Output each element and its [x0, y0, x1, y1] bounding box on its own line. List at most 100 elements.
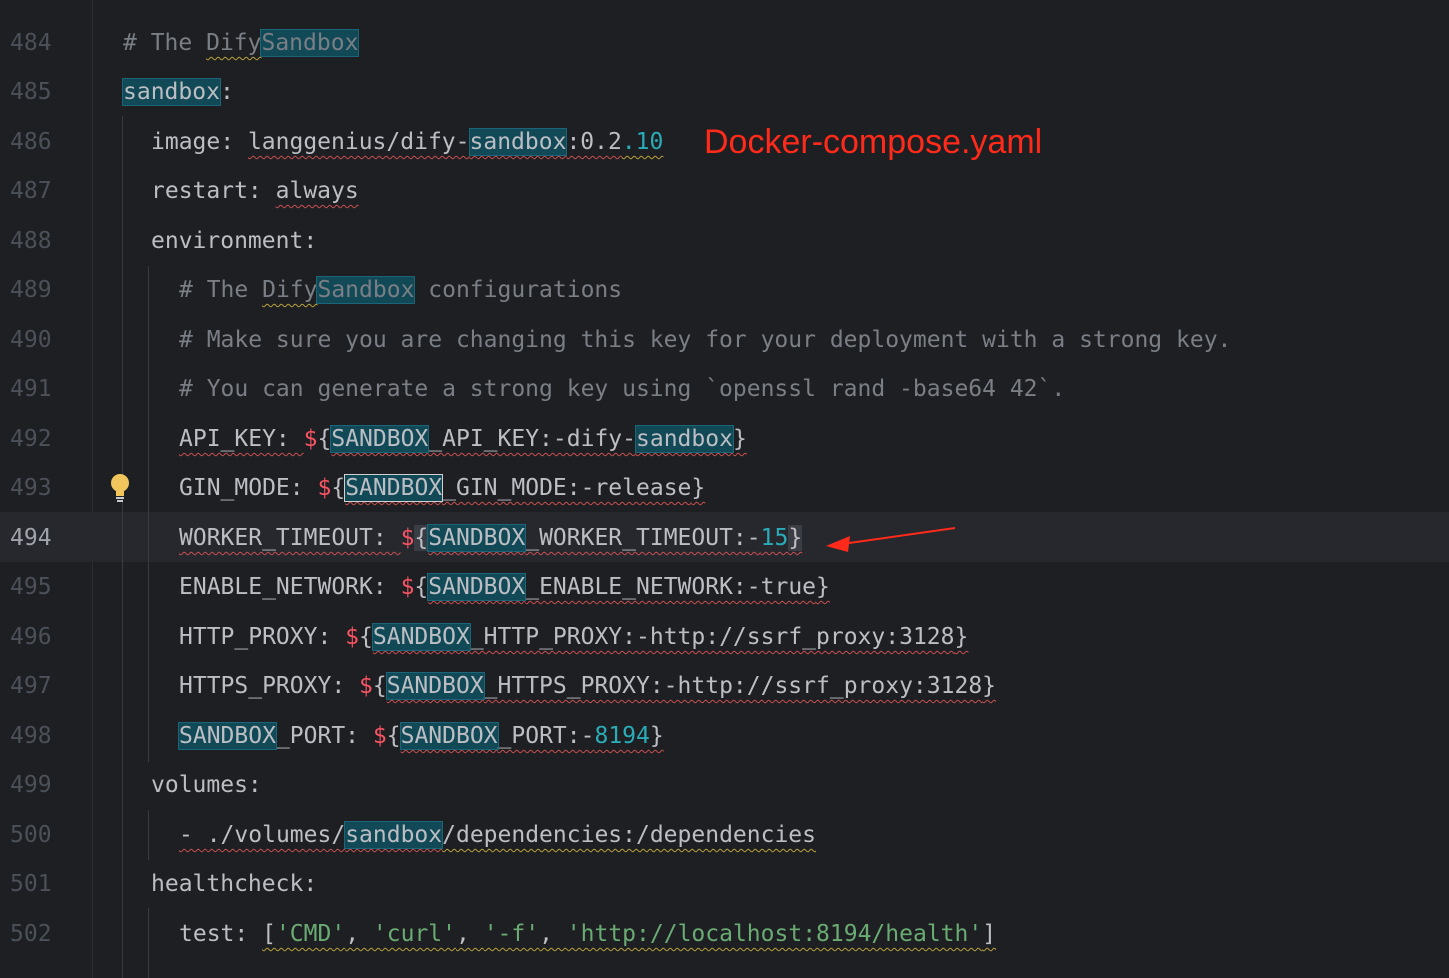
code-line-499[interactable]: volumes: [151, 761, 1449, 809]
yaml-number: 15 [760, 525, 789, 551]
comment-text: Dify [206, 30, 262, 56]
yaml-key: image: [151, 129, 248, 155]
brace-matched: { [414, 525, 429, 551]
yaml-key: restart: [151, 178, 276, 204]
dollar-sign: $ [317, 475, 332, 501]
code-line-485[interactable]: sandbox: [122, 68, 1449, 116]
search-match: SANDBOX [399, 722, 499, 750]
comment-text: # The [123, 30, 207, 56]
code-line-496[interactable]: HTTP_PROXY: ${SANDBOX_HTTP_PROXY:-http:/… [179, 613, 1449, 661]
search-match: SANDBOX [427, 524, 527, 552]
code-line-495[interactable]: ENABLE_NETWORK: ${SANDBOX_ENABLE_NETWORK… [179, 563, 1449, 611]
yaml-value: /dependencies:/dependencies [442, 822, 816, 848]
dollar-sign: $ [345, 624, 360, 650]
code-line-492[interactable]: API_KEY: ${SANDBOX_API_KEY:-dify-sandbox… [179, 415, 1449, 463]
dollar-sign: $ [372, 723, 387, 749]
brace: { [386, 723, 401, 749]
line-number: 491 [10, 376, 52, 402]
yaml-key: API_KEY: [179, 426, 304, 452]
search-match: Sandbox [316, 276, 416, 304]
indent-guide [148, 908, 149, 978]
line-number: 484 [10, 30, 52, 56]
code-line-490[interactable]: # Make sure you are changing this key fo… [179, 316, 1449, 364]
line-number: 497 [10, 673, 52, 699]
dollar-sign: $ [400, 574, 415, 600]
search-match: sandbox [344, 821, 444, 849]
yaml-key: HTTP_PROXY: [179, 624, 346, 650]
code-line-493[interactable]: GIN_MODE: ${SANDBOX_GIN_MODE:-release} [179, 464, 1449, 512]
yaml-value: _WORKER_TIMEOUT:- [525, 525, 761, 551]
line-number-current: 494 [10, 525, 52, 551]
yaml-key: volumes: [151, 772, 262, 798]
brace: { [359, 624, 373, 650]
code-line-494[interactable]: WORKER_TIMEOUT: ${SANDBOX_WORKER_TIMEOUT… [179, 514, 1449, 562]
code-line-488[interactable]: environment: [151, 217, 1449, 265]
indent-guide [122, 116, 123, 978]
line-number: 492 [10, 426, 52, 452]
dollar-sign: $ [359, 673, 373, 699]
brace: } [816, 574, 830, 600]
search-match: SANDBOX [178, 722, 277, 750]
bracket: ] [982, 921, 997, 947]
search-match: SANDBOX [330, 425, 430, 453]
line-number: 501 [10, 871, 52, 897]
line-number: 495 [10, 574, 52, 600]
yaml-key: GIN_MODE: [179, 475, 318, 501]
code-line-502[interactable]: test: ['CMD', 'curl', '-f', 'http://loca… [179, 910, 1449, 958]
yaml-value: langgenius/dify- [247, 129, 470, 155]
yaml-value: _GIN_MODE:-release [442, 475, 692, 501]
code-line-500[interactable]: - ./volumes/sandbox/dependencies:/depend… [179, 811, 1449, 859]
yaml-key: healthcheck: [151, 871, 318, 897]
yaml-value: always [275, 178, 359, 204]
yaml-value: _API_KEY:-dify- [428, 426, 636, 452]
bracket: [ [262, 921, 276, 947]
code-line-497[interactable]: HTTPS_PROXY: ${SANDBOX_HTTPS_PROXY:-http… [179, 662, 1449, 710]
comment-text: # The [179, 277, 263, 303]
yaml-colon: : [219, 79, 234, 105]
annotation-label: Docker-compose.yaml [704, 123, 1043, 161]
code-editor[interactable]: 484 485 486 487 488 489 490 491 492 493 … [0, 0, 1449, 978]
code-line-501[interactable]: healthcheck: [151, 860, 1449, 908]
code-line-487[interactable]: restart: always [151, 167, 1449, 215]
yaml-key: WORKER_TIMEOUT: [179, 525, 401, 551]
yaml-string: 'CMD' [275, 921, 346, 947]
yaml-string: 'http://localhost:8194/health' [566, 921, 983, 947]
line-number: 486 [10, 129, 52, 155]
line-number: 496 [10, 624, 52, 650]
yaml-value: _ENABLE_NETWORK:-true [525, 574, 817, 600]
separator: , [539, 921, 567, 947]
yaml-key: environment: [151, 228, 318, 254]
yaml-key: test: [179, 921, 263, 947]
code-line-484[interactable]: # The DifySandbox [123, 19, 1449, 67]
yaml-value: :0.2 [566, 129, 622, 155]
line-number: 500 [10, 822, 52, 848]
dollar-sign: $ [400, 525, 415, 551]
search-match: Sandbox [260, 29, 360, 57]
search-match: SANDBOX [427, 573, 527, 601]
yaml-number: 8194 [594, 723, 650, 749]
line-number: 498 [10, 723, 52, 749]
yaml-number: .10 [621, 129, 664, 155]
separator: , [456, 921, 484, 947]
search-match: sandbox [468, 128, 568, 156]
brace: } [691, 475, 706, 501]
code-line-491[interactable]: # You can generate a strong key using `o… [179, 365, 1449, 413]
line-number: 502 [10, 921, 52, 947]
brace: { [414, 574, 429, 600]
lightbulb-icon[interactable] [108, 472, 132, 504]
code-line-498[interactable]: SANDBOX_PORT: ${SANDBOX_PORT:-8194} [178, 712, 1449, 760]
search-match-current: SANDBOX [344, 474, 444, 502]
yaml-string: 'curl' [372, 921, 456, 947]
yaml-key: _PORT: [275, 723, 373, 749]
line-number: 485 [10, 79, 52, 105]
indent-guide [148, 266, 149, 762]
brace: } [732, 426, 747, 452]
gutter-divider [92, 0, 93, 978]
brace: } [982, 673, 997, 699]
comment-text: Dify [262, 277, 318, 303]
brace: } [954, 624, 969, 650]
line-number: 493 [10, 475, 52, 501]
search-match: SANDBOX [371, 623, 471, 651]
yaml-key: ENABLE_NETWORK: [179, 574, 401, 600]
code-line-489[interactable]: # The DifySandbox configurations [179, 266, 1449, 314]
